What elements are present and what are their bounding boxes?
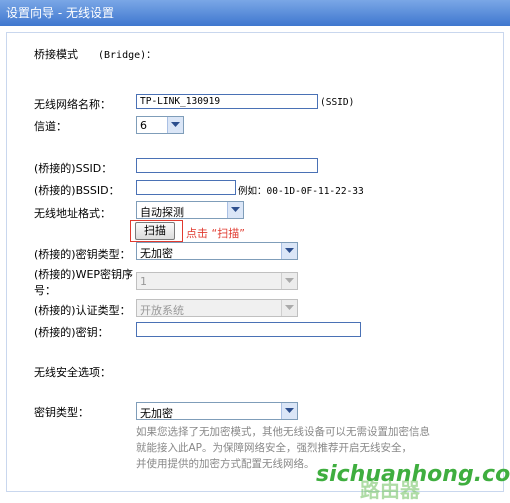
channel-select-value: 6 xyxy=(140,119,147,132)
address-format-label: 无线地址格式： xyxy=(34,207,111,220)
window-title: 设置向导 - 无线设置 xyxy=(6,6,114,20)
wep-index-select-value: 1 xyxy=(140,275,147,288)
chevron-down-icon xyxy=(281,243,297,259)
security-heading: 无线安全选项： xyxy=(34,366,111,379)
auth-type-select-value: 开放系统 xyxy=(140,304,184,317)
scan-button[interactable]: 扫描 xyxy=(135,222,175,240)
bridged-ssid-label: (桥接的)SSID： xyxy=(34,162,113,175)
wep-index-label-line1: (桥接的)WEP密钥序 xyxy=(34,268,134,281)
bridged-bssid-input[interactable] xyxy=(136,180,236,195)
auth-type-label: (桥接的)认证类型： xyxy=(34,304,131,317)
chevron-down-icon xyxy=(281,300,297,316)
chevron-down-icon xyxy=(227,202,243,218)
bridge-mode-label: 桥接模式 xyxy=(34,48,78,61)
bridged-bssid-label: (桥接的)BSSID： xyxy=(34,184,120,197)
bssid-example: 例如：00-1D-0F-11-22-33 xyxy=(238,186,364,197)
bridge-mode-value: (Bridge)： xyxy=(98,50,157,61)
wep-index-select: 1 xyxy=(136,272,298,290)
address-format-select-value: 自动探测 xyxy=(140,206,184,219)
channel-select[interactable]: 6 xyxy=(136,116,184,134)
key-input[interactable] xyxy=(136,322,361,337)
key-type-label: (桥接的)密钥类型： xyxy=(34,248,131,261)
window-title-bar: 设置向导 - 无线设置 xyxy=(0,0,510,26)
ssid-name-label: 无线网络名称： xyxy=(34,98,111,111)
bridged-ssid-input[interactable] xyxy=(136,158,318,173)
ssid-suffix: (SSID) xyxy=(320,97,355,108)
auth-type-select: 开放系统 xyxy=(136,299,298,317)
ssid-name-input[interactable]: TP-LINK_130919 xyxy=(136,94,318,109)
security-note-line1: 如果您选择了无加密模式，其他无线设备可以无需设置加密信息 xyxy=(136,426,430,438)
security-note-line3: 并使用提供的加密方式配置无线网络。 xyxy=(136,458,315,470)
scan-hint: 点击 “扫描” xyxy=(186,227,245,240)
key-type-select-value: 无加密 xyxy=(140,247,173,260)
key-label: (桥接的)密钥： xyxy=(34,326,109,339)
address-format-select[interactable]: 自动探测 xyxy=(136,201,244,219)
chevron-down-icon xyxy=(281,273,297,289)
chevron-down-icon xyxy=(167,117,183,133)
channel-label: 信道： xyxy=(34,120,67,133)
security-key-type-label: 密钥类型： xyxy=(34,406,89,419)
key-type-select[interactable]: 无加密 xyxy=(136,242,298,260)
chevron-down-icon xyxy=(281,403,297,419)
security-note-line2: 就能接入此AP。为保障网络安全，强烈推荐开启无线安全， xyxy=(136,442,413,454)
security-key-type-select[interactable]: 无加密 xyxy=(136,402,298,420)
security-key-type-select-value: 无加密 xyxy=(140,407,173,420)
wep-index-label-line2: 号： xyxy=(34,284,56,297)
watermark-glyph: 路由器 xyxy=(360,478,420,502)
